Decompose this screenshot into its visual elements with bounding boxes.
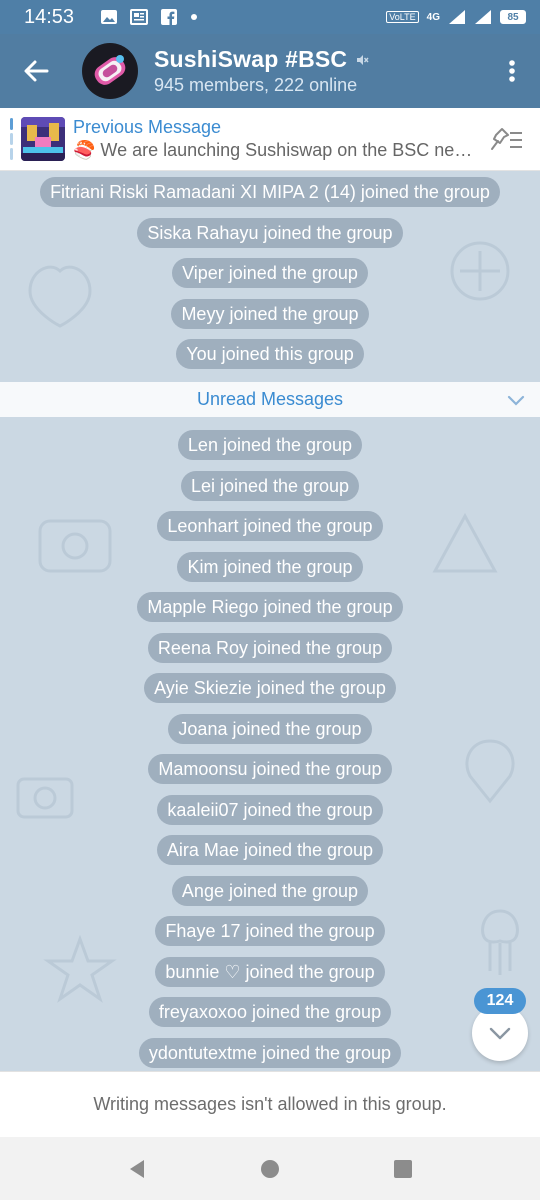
pinned-title: Previous Message (73, 117, 222, 137)
service-message: Viper joined the group (172, 258, 368, 288)
restricted-text: Writing messages isn't allowed in this g… (93, 1094, 447, 1114)
signal-icon (448, 9, 466, 25)
pinned-indicator (10, 118, 13, 160)
chat-info[interactable]: SushiSwap #BSC 945 members, 222 online (154, 46, 369, 96)
chat-header: SushiSwap #BSC 945 members, 222 online (0, 34, 540, 108)
service-message: Siska Rahayu joined the group (137, 217, 403, 248)
nav-home-button[interactable] (250, 1149, 290, 1189)
service-message: bunnie ♡ joined the group (155, 956, 385, 987)
muted-icon (357, 54, 369, 65)
service-message: Fhaye 17 joined the group (155, 916, 385, 946)
news-icon (130, 8, 148, 26)
unread-messages-label: Unread Messages (196, 389, 344, 409)
service-message: kaaleii07 joined the group (157, 794, 383, 825)
service-message: Leonhart joined the group (157, 511, 383, 541)
pinned-thumbnail (21, 117, 65, 161)
service-message: ydontutextme joined the group (138, 1037, 402, 1068)
battery-icon: 85 (500, 10, 526, 24)
pinned-list-button[interactable] (486, 119, 526, 159)
avatar[interactable] (82, 43, 138, 99)
service-message: Len joined the group (177, 430, 363, 460)
notification-icons (100, 8, 198, 26)
service-message: Reena Roy joined the group (147, 632, 393, 663)
service-message: Aira Mae joined the group (156, 835, 384, 865)
service-message: Meyy joined the group (171, 298, 369, 329)
status-bar: 14:53 VoLTE 4G 85 (0, 0, 540, 34)
service-message: Fitriani Riski Ramadani XI MIPA 2 (14) j… (40, 177, 500, 207)
chevron-down-icon (507, 395, 525, 406)
nav-back-button[interactable] (117, 1149, 157, 1189)
service-message: Mamoonsu joined the group (148, 754, 392, 784)
unread-count-badge: 124 (474, 988, 526, 1014)
service-message: freyaxoxoo joined the group (148, 997, 392, 1027)
service-message: Mapple Riego joined the group (137, 592, 403, 622)
signal-icon-2 (474, 9, 492, 25)
more-vertical-icon (509, 60, 515, 82)
pin-list-icon (491, 128, 522, 150)
restricted-bar: Writing messages isn't allowed in this g… (0, 1071, 540, 1137)
status-time: 14:53 (24, 5, 75, 28)
service-message: Lei joined the group (180, 470, 360, 501)
sushiswap-logo-icon (84, 45, 136, 97)
messages-after-unread: Len joined the group Lei joined the grou… (0, 430, 540, 1071)
navigation-bar (0, 1137, 540, 1200)
status-right: VoLTE 4G 85 (386, 9, 526, 25)
back-button[interactable] (0, 34, 72, 108)
chevron-down-icon (489, 1027, 511, 1040)
service-message: Ayie Skiezie joined the group (144, 673, 396, 703)
messages-before-unread: Fitriani Riski Ramadani XI MIPA 2 (14) j… (0, 177, 540, 380)
nav-recents-button[interactable] (383, 1149, 423, 1189)
network-label: 4G (426, 11, 440, 23)
chat-subtitle: 945 members, 222 online (154, 75, 358, 95)
chat-area[interactable]: Fitriani Riski Ramadani XI MIPA 2 (14) j… (0, 171, 540, 1071)
chat-title: SushiSwap #BSC (154, 46, 348, 72)
service-message: Kim joined the group (177, 551, 363, 582)
dot-icon (190, 13, 198, 21)
circle-home-icon (260, 1159, 279, 1178)
service-message: You joined this group (176, 339, 364, 369)
square-recents-icon (394, 1159, 413, 1178)
triangle-back-icon (129, 1159, 144, 1178)
pinned-message-bar[interactable]: Previous Message 🍣 We are launching Sush… (0, 108, 540, 171)
gallery-icon (100, 8, 118, 26)
service-message: Ange joined the group (171, 875, 369, 906)
volte-label: VoLTE (386, 11, 419, 23)
more-menu-button[interactable] (484, 34, 540, 108)
pinned-preview: 🍣 We are launching Sushiswap on the BSC … (73, 140, 473, 160)
service-message: Joana joined the group (168, 713, 372, 744)
facebook-icon (160, 8, 178, 26)
back-arrow-icon (24, 60, 49, 82)
unread-messages-divider: Unread Messages (0, 382, 540, 417)
